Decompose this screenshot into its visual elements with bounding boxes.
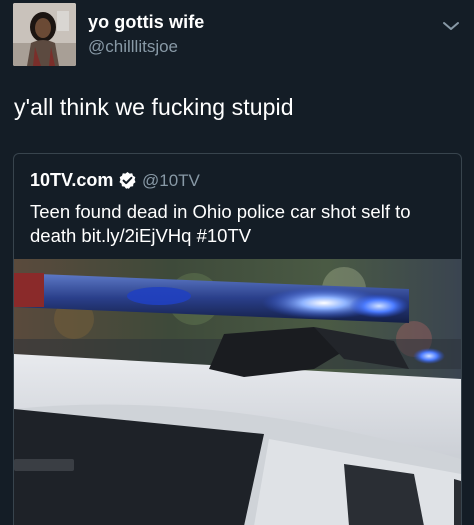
display-name[interactable]: yo gottis wife	[88, 12, 204, 33]
handle[interactable]: @chilllitsjoe	[88, 37, 178, 57]
quoted-handle[interactable]: @10TV	[142, 171, 200, 191]
quoted-tweet-text: Teen found dead in Ohio police car shot …	[30, 201, 411, 246]
tweet-text: y'all think we fucking stupid	[14, 94, 294, 120]
avatar[interactable]	[13, 3, 76, 66]
police-car-lightbar-photo[interactable]	[14, 259, 461, 525]
chevron-down-icon[interactable]	[440, 18, 462, 34]
quoted-display-name[interactable]: 10TV.com	[30, 170, 113, 191]
tweet: yo gottis wife @chilllitsjoe y'all think…	[0, 0, 474, 525]
quoted-tweet-card[interactable]: 10TV.com @10TV Teen found dead in Ohio p…	[13, 153, 462, 525]
verified-badge-icon	[118, 171, 137, 190]
